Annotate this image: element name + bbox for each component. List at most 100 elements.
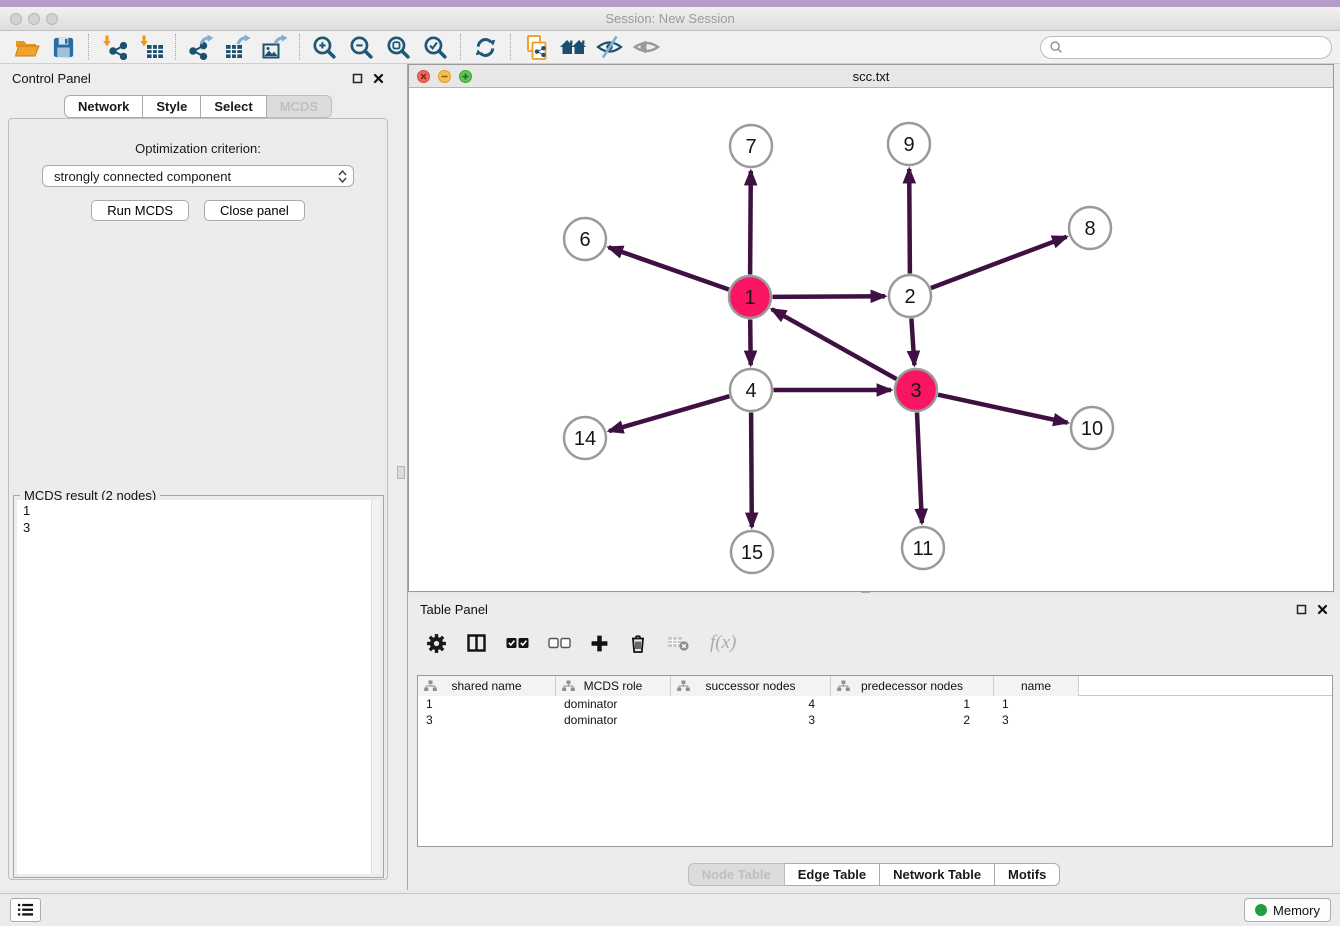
search-field[interactable] [1040, 36, 1332, 59]
table-panel-header: Table Panel [408, 595, 1340, 623]
save-session-button[interactable] [45, 32, 82, 62]
cell-successor_nodes[interactable]: 4 [671, 697, 831, 711]
cell-name[interactable]: 3 [994, 713, 1079, 727]
import-table-button[interactable] [132, 32, 169, 62]
import-table-icon [138, 34, 164, 60]
tab-network[interactable]: Network [64, 95, 143, 118]
mcds-result-item: 1 [23, 502, 374, 519]
delete-table-button[interactable] [667, 634, 691, 652]
tab-mcds[interactable]: MCDS [267, 95, 332, 118]
export-image-button[interactable] [256, 32, 293, 62]
vertical-splitter[interactable] [396, 64, 408, 890]
memory-button[interactable]: Memory [1244, 898, 1331, 922]
zoom-in-button[interactable] [306, 32, 343, 62]
edge-1-7[interactable] [750, 171, 751, 275]
tab-edge-table[interactable]: Edge Table [785, 863, 880, 886]
task-history-button[interactable] [10, 898, 41, 922]
node-label-4: 4 [745, 380, 756, 402]
close-panel-icon[interactable] [373, 73, 384, 84]
application-window: Session: New Session [0, 0, 1340, 926]
select-all-button[interactable] [506, 637, 529, 649]
zoom-out-button[interactable] [343, 32, 380, 62]
add-column-button[interactable] [590, 634, 609, 653]
vertical-splitter-handle[interactable] [397, 466, 405, 479]
cell-successor_nodes[interactable]: 3 [671, 713, 831, 727]
edge-2-8[interactable] [931, 237, 1067, 288]
clone-network-icon [523, 34, 549, 61]
cell-name[interactable]: 1 [994, 697, 1079, 711]
table-row[interactable]: 3dominator323 [418, 712, 1332, 728]
table-panel-title: Table Panel [420, 602, 488, 617]
edge-3-1[interactable] [772, 309, 897, 379]
table-panel-tabs: Node TableEdge TableNetwork TableMotifs [408, 863, 1340, 886]
unchecked-boxes-icon [548, 637, 571, 649]
zoom-fit-icon [386, 35, 411, 60]
edge-3-11[interactable] [917, 413, 922, 524]
edge-1-6[interactable] [609, 247, 729, 289]
table-row[interactable]: 1dominator411 [418, 696, 1332, 712]
fx-icon: f(x) [710, 632, 736, 654]
close-panel-icon[interactable] [1317, 604, 1328, 615]
cell-shared_name[interactable]: 3 [418, 713, 556, 727]
toolbar-separator [510, 34, 511, 60]
apply-function-button[interactable]: f(x) [710, 632, 736, 654]
tab-style[interactable]: Style [143, 95, 201, 118]
edge-4-15[interactable] [751, 413, 752, 528]
clone-network-button[interactable] [517, 32, 554, 62]
column-header-successor_nodes[interactable]: successor nodes [671, 676, 831, 696]
open-session-button[interactable] [8, 32, 45, 62]
column-label: predecessor nodes [861, 679, 963, 693]
graphics-details-button[interactable] [591, 32, 628, 62]
refresh-view-button[interactable] [467, 32, 504, 62]
column-header-mcds_role[interactable]: MCDS role [556, 676, 671, 696]
toolbar-separator [299, 34, 300, 60]
mcds-result-list: 13 [17, 500, 380, 538]
criterion-dropdown[interactable]: strongly connected component [42, 165, 354, 187]
close-panel-button[interactable]: Close panel [204, 200, 305, 221]
tab-motifs[interactable]: Motifs [995, 863, 1060, 886]
table-header-row: shared name MCDS role successor nodes prede… [418, 676, 1332, 696]
column-header-shared_name[interactable]: shared name [418, 676, 556, 696]
mcds-result-item: 3 [23, 519, 374, 536]
edge-1-4[interactable] [750, 320, 751, 366]
run-mcds-button[interactable]: Run MCDS [91, 200, 189, 221]
network-overview-button[interactable] [554, 32, 591, 62]
network-canvas[interactable]: 7968124314101511 [409, 88, 1333, 591]
export-network-button[interactable] [182, 32, 219, 62]
zoom-fit-button[interactable] [380, 32, 417, 62]
import-network-button[interactable] [95, 32, 132, 62]
toggle-panel-layout-button[interactable] [466, 633, 487, 653]
tab-select[interactable]: Select [201, 95, 266, 118]
delete-column-button[interactable] [628, 633, 648, 654]
edge-1-2[interactable] [773, 296, 886, 297]
float-panel-icon[interactable] [352, 73, 363, 84]
birds-eye-view-button[interactable] [628, 32, 665, 62]
export-table-button[interactable] [219, 32, 256, 62]
column-header-predecessor_nodes[interactable]: predecessor nodes [831, 676, 994, 696]
edge-2-9[interactable] [909, 169, 910, 274]
result-scrollbar[interactable] [371, 500, 380, 874]
table-body: 1dominator4113dominator323 [418, 696, 1332, 728]
cell-predecessor_nodes[interactable]: 1 [831, 697, 994, 711]
mcds-result-textarea[interactable]: 13 [17, 500, 380, 874]
edge-3-10[interactable] [938, 395, 1068, 423]
edge-2-3[interactable] [911, 319, 914, 366]
tab-network-table[interactable]: Network Table [880, 863, 995, 886]
cell-shared_name[interactable]: 1 [418, 697, 556, 711]
column-label: MCDS role [584, 679, 643, 693]
zoom-selected-button[interactable] [417, 32, 454, 62]
table-settings-button[interactable] [426, 633, 447, 654]
save-icon [51, 35, 76, 60]
search-input[interactable] [1063, 40, 1323, 55]
export-image-icon [262, 34, 288, 60]
criterion-value: strongly connected component [54, 169, 338, 184]
edge-4-14[interactable] [609, 396, 729, 431]
cell-predecessor_nodes[interactable]: 2 [831, 713, 994, 727]
tab-node-table[interactable]: Node Table [688, 863, 785, 886]
cell-mcds_role[interactable]: dominator [556, 697, 671, 711]
float-panel-icon[interactable] [1296, 604, 1307, 615]
cell-mcds_role[interactable]: dominator [556, 713, 671, 727]
eye-slash-icon [596, 34, 623, 60]
column-header-name[interactable]: name [994, 676, 1079, 696]
deselect-all-button[interactable] [548, 637, 571, 649]
